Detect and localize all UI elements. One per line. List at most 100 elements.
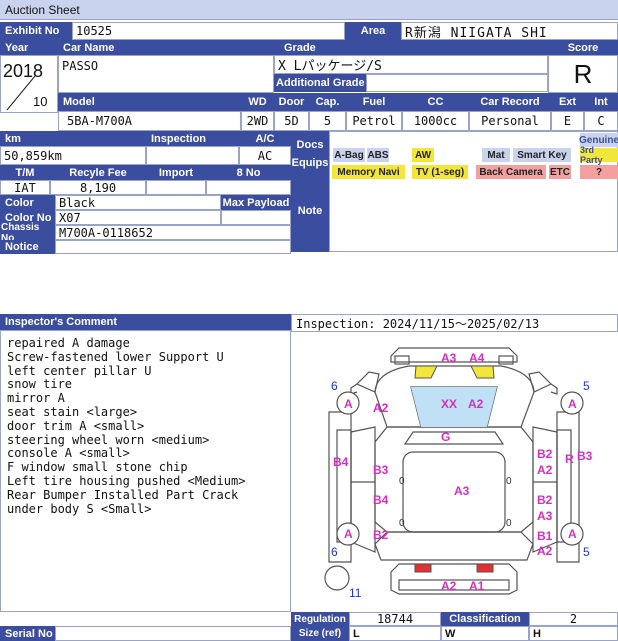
comment-line: F window small stone chip — [7, 460, 188, 475]
tm-value: IAT — [0, 180, 50, 195]
no8-label: 8 No — [206, 165, 291, 180]
mark-g-roof: G — [441, 430, 450, 444]
mark-a2-fl: A2 — [373, 401, 389, 415]
equip-abag: A-Bag — [333, 148, 365, 162]
mark-b3-right: B3 — [577, 449, 593, 463]
import-value — [146, 180, 206, 195]
comment-line: snow tire — [7, 377, 73, 392]
ext-label: Ext — [551, 93, 584, 111]
comment-line: repaired A damage — [7, 336, 130, 350]
km-label: km — [0, 131, 146, 146]
pillar-mark: 0 — [399, 476, 405, 487]
mark-b2-right-rear: B2 — [537, 493, 553, 507]
cap-value: 5 — [309, 111, 346, 131]
mark-a1-rear: A1 — [469, 579, 485, 593]
fuel-label: Fuel — [346, 93, 402, 111]
pillar-mark: 0 — [506, 518, 512, 529]
comment-line: Rear Bumper Installed Part Crack — [7, 487, 239, 502]
mark-a-rr: A — [568, 527, 577, 541]
pillar-mark: 0 — [506, 476, 512, 487]
inspection-label: Inspection — [146, 131, 239, 146]
comment-line: console A <small> — [7, 446, 130, 461]
grade-label: Grade — [274, 40, 548, 55]
mark-a-fl: A — [344, 397, 353, 411]
inspection-value — [146, 146, 239, 165]
mark-xx-windshield: XX — [441, 397, 457, 411]
spare-tire — [324, 565, 350, 591]
car-name-label: Car Name — [58, 40, 274, 55]
import-label: Import — [146, 165, 206, 180]
front-left-lamp — [414, 365, 438, 379]
ac-value: AC — [239, 146, 291, 165]
month-value: 10 — [33, 94, 48, 109]
mark-a2-rear: A2 — [441, 579, 457, 593]
mark-b2-right-front: B2 — [537, 447, 553, 461]
tire-tread-fl: 6 — [331, 379, 338, 393]
comment-line: left center pillar U — [7, 363, 152, 378]
equip-abs: ABS — [367, 148, 389, 162]
comment-line: under body S <Small> — [7, 501, 152, 516]
fuel-value: Petrol — [346, 111, 402, 131]
door-label: Door — [274, 93, 309, 111]
regulation-label: Regulation — [291, 612, 349, 626]
comment-line: mirror A — [7, 391, 65, 406]
comment-line: Screw-fastened lower Support U — [7, 349, 224, 364]
cc-label: CC — [402, 93, 469, 111]
chassis-no-value: M700A-0118652 — [55, 225, 291, 240]
classification-label: Classification — [441, 612, 529, 626]
equip-back-camera: Back Camera — [476, 165, 546, 179]
third-party-tag: 3rd Party — [580, 145, 618, 165]
additional-grade-value — [366, 74, 548, 92]
grade-value: X Lパッケージ/S — [274, 55, 548, 74]
area-value: R新潟 NIIGATA SHI — [401, 22, 618, 41]
mark-a3-right-rear: A3 — [537, 509, 553, 523]
note-label: Note — [297, 205, 323, 217]
area-label: Area — [345, 22, 401, 40]
equip-etc: ETC — [549, 165, 571, 179]
mark-a3-center: A3 — [454, 484, 470, 498]
model-label: Model — [58, 93, 241, 111]
size-l: L — [349, 626, 441, 641]
model-value: 5BA-M700A — [58, 111, 241, 131]
inspector-comment-list: repaired A damage Screw-fastened lower S… — [7, 336, 246, 516]
mark-b3-left-front: B3 — [373, 463, 389, 477]
max-payload-value — [221, 210, 291, 225]
serial-no-label: Serial No — [0, 626, 55, 641]
ac-label: A/C — [239, 131, 291, 146]
pillar-mark: 0 — [399, 518, 405, 529]
comment-line: door trim A <small> — [7, 418, 145, 433]
car-name-value: PASSO — [58, 55, 274, 93]
car-record-value: Personal — [469, 111, 551, 131]
wd-value: 2WD — [241, 111, 274, 131]
equip-tv-1seg: TV (1-seg) — [412, 165, 468, 179]
mark-a2-right-front: A2 — [537, 463, 553, 477]
color-no-value: X07 — [55, 210, 221, 225]
int-value: C — [584, 111, 618, 131]
mark-b4-left-rear: B4 — [373, 493, 389, 507]
notice-label: Notice — [0, 240, 55, 254]
mark-a-rl: A — [344, 527, 353, 541]
mark-r-right: R — [565, 452, 574, 466]
mark-b4-left: B4 — [333, 455, 349, 469]
exhibit-no-value: 10525 — [72, 22, 345, 40]
mark-b1-right-rear: B1 — [537, 529, 553, 543]
exhibit-no-label: Exhibit No — [0, 22, 72, 40]
tire-tread-rl: 6 — [331, 545, 338, 559]
regulation-value: 18744 — [349, 612, 441, 626]
comment-line: Left tire housing pushed <Medium> — [7, 473, 246, 488]
comment-line: steering wheel worn <medium> — [7, 432, 210, 447]
notice-value — [55, 240, 291, 254]
year-box: 2018 10 — [0, 55, 58, 113]
no8-value — [206, 180, 291, 195]
mark-a-fr: A — [568, 397, 577, 411]
equip-mat: Mat — [482, 148, 510, 162]
equip-aw: AW — [412, 148, 434, 162]
tire-tread-spare: 11 — [349, 586, 362, 600]
mark-a2-right-rear: A2 — [537, 544, 553, 558]
km-value: 50,859km — [0, 146, 146, 165]
tire-tread-fr: 5 — [583, 379, 590, 393]
comment-line: seat stain <large> — [7, 404, 138, 419]
mark-a3-front: A3 — [441, 351, 457, 365]
color-label: Color — [0, 195, 55, 210]
equip-unknown: ? — [580, 165, 618, 179]
